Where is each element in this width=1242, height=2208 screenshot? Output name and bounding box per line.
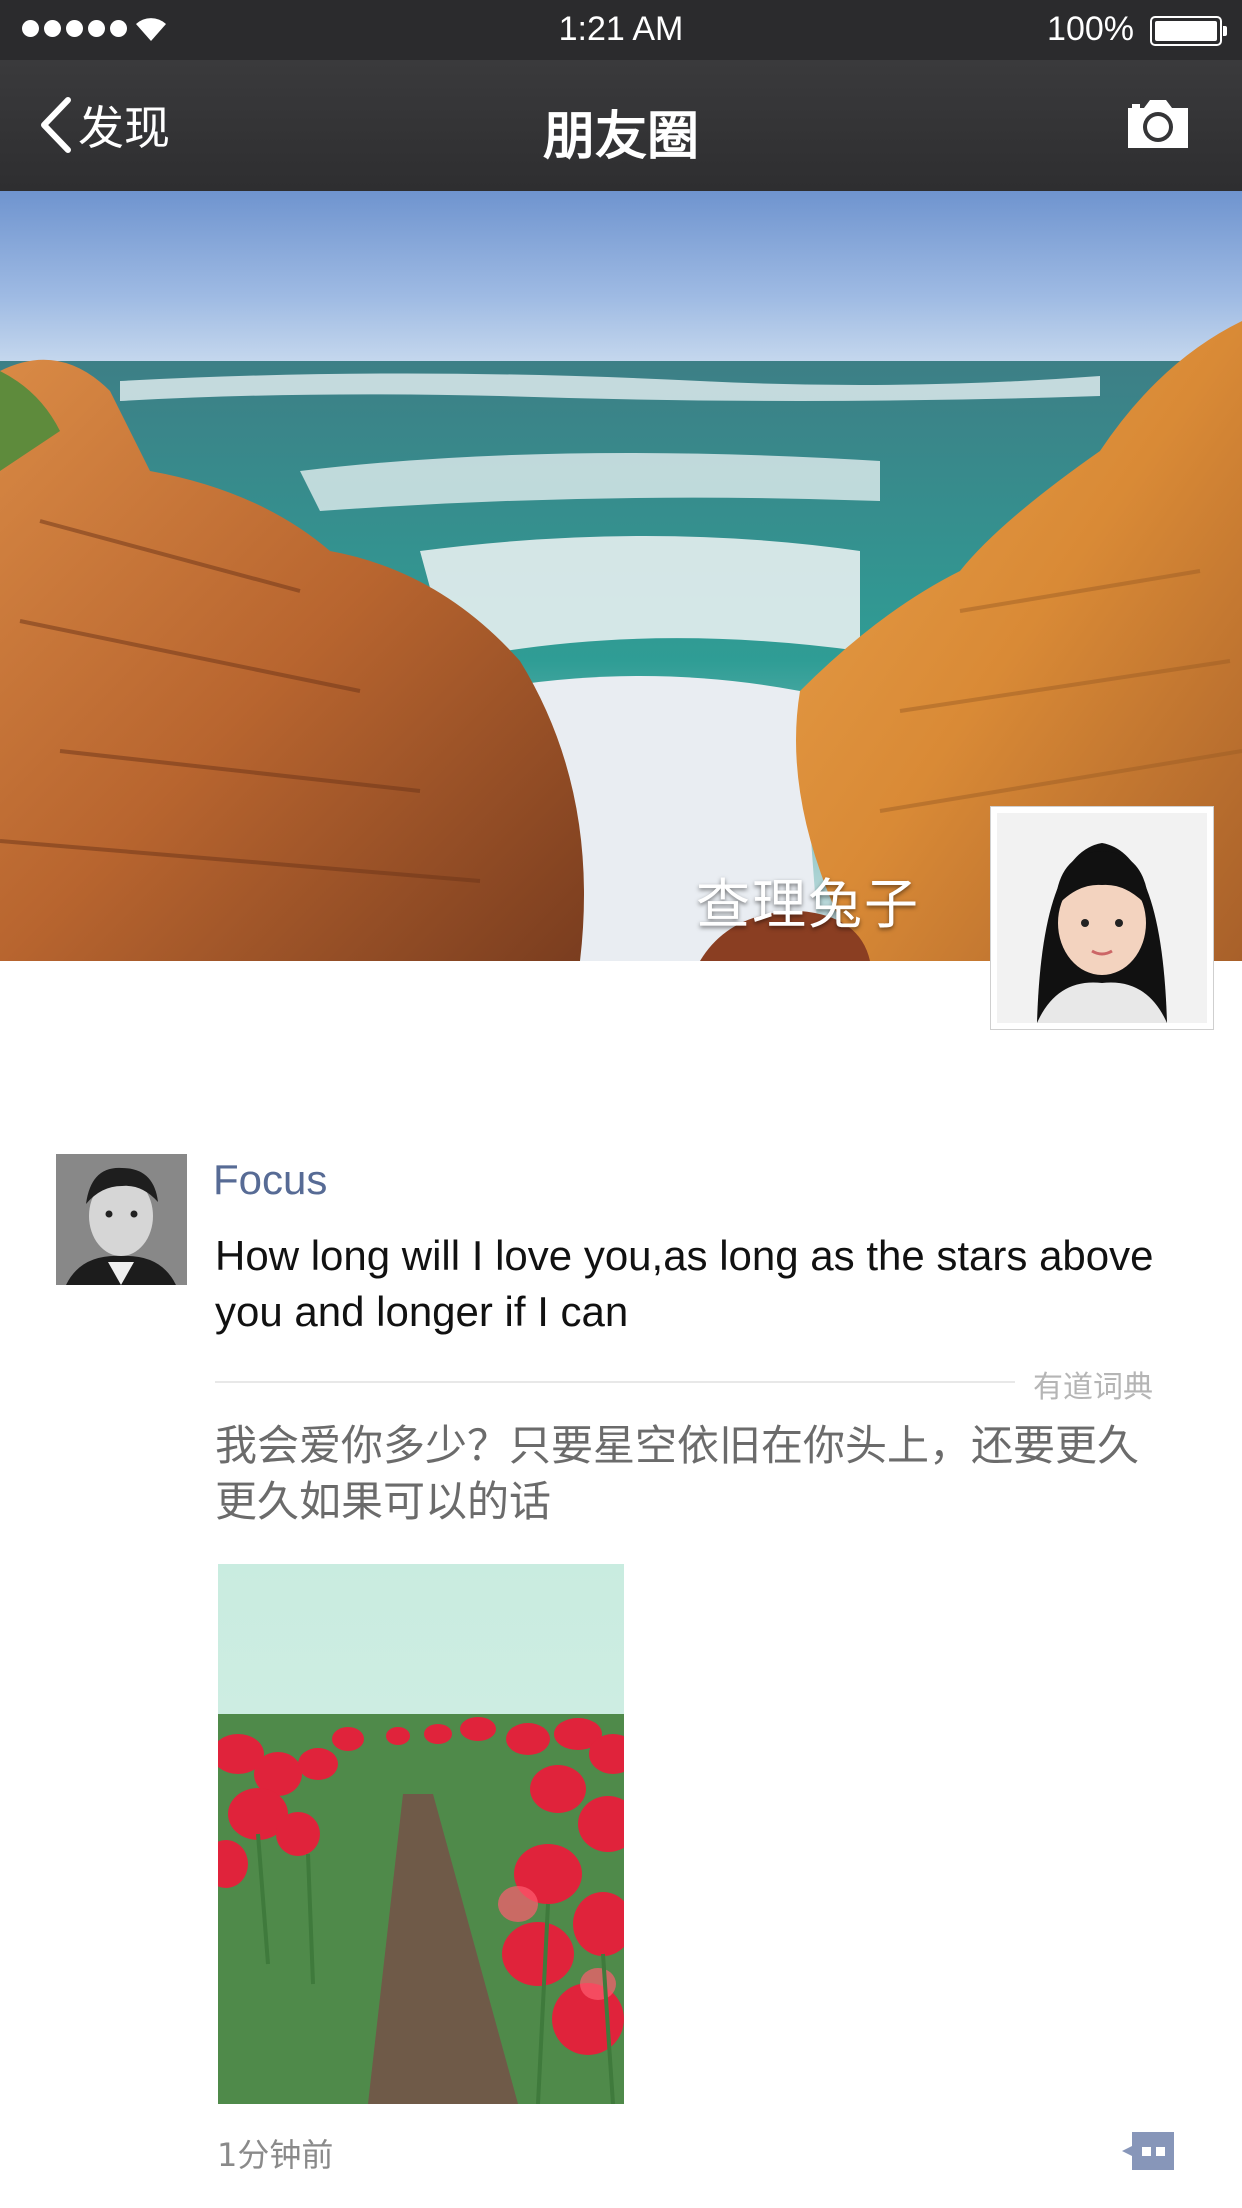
post-time: 1分钟前: [217, 2136, 334, 2174]
comment-icon: [1122, 2132, 1174, 2170]
my-avatar[interactable]: [990, 806, 1214, 1030]
translation-source: 有道词典: [1033, 1370, 1153, 1405]
post-author-name[interactable]: Focus: [213, 1156, 327, 1204]
status-bar: 1:21 AM 100%: [0, 0, 1242, 60]
camera-icon: [1128, 100, 1188, 148]
comment-button[interactable]: [1118, 2130, 1178, 2176]
post-text: How long will I love you,as long as the …: [215, 1232, 1154, 1335]
page-title: 朋友圈: [542, 107, 699, 167]
translation-divider: [215, 1381, 1015, 1383]
translation-text: 我会爱你多少？只要星空依旧在你头上，还要更久更久如果可以的话: [215, 1421, 1140, 1526]
battery-percentage: 100%: [1047, 10, 1134, 48]
post-author-avatar[interactable]: [56, 1154, 187, 1285]
post-photo[interactable]: [218, 1564, 624, 2104]
cover-user-name: 查理兔子: [696, 873, 920, 936]
nav-bar: 发现 朋友圈: [0, 60, 1242, 191]
camera-button[interactable]: [1124, 96, 1192, 156]
battery-icon: [1150, 16, 1227, 46]
